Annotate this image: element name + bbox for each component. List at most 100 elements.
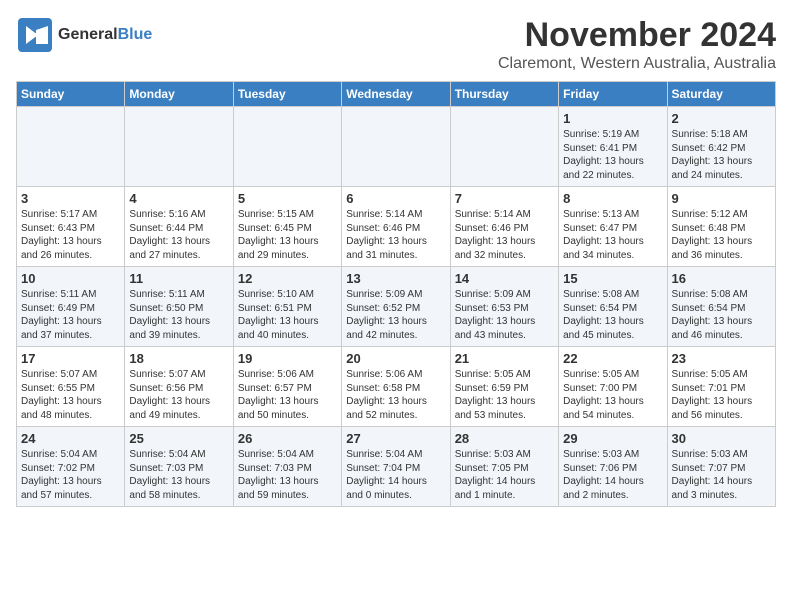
table-row: 16Sunrise: 5:08 AM Sunset: 6:54 PM Dayli… <box>667 267 775 347</box>
day-info: Sunrise: 5:11 AM Sunset: 6:49 PM Dayligh… <box>21 288 120 342</box>
day-number: 19 <box>238 351 337 366</box>
table-row: 9 Sunrise: 5:12 AM Sunset: 6:48 PM Daylig… <box>667 187 775 267</box>
day-info: Sunrise: 5:05 AM Sunset: 7:00 PM Dayligh… <box>563 368 662 422</box>
day-info: Sunrise: 5:14 AM Sunset: 6:46 PM Dayligh… <box>346 208 445 262</box>
day-number: 8 <box>563 191 662 206</box>
day-number: 27 <box>346 431 445 446</box>
day-info: Sunrise: 5:04 AM Sunset: 7:03 PM Dayligh… <box>238 448 337 502</box>
table-row: 8 Sunrise: 5:13 AM Sunset: 6:47 PM Daylig… <box>559 187 667 267</box>
day-number: 25 <box>129 431 228 446</box>
table-row: 22 Sunrise: 5:05 AM Sunset: 7:00 PM Dayli… <box>559 347 667 427</box>
day-number: 14 <box>455 271 554 286</box>
day-number: 7 <box>455 191 554 206</box>
calendar-week-row: 24 Sunrise: 5:04 AM Sunset: 7:02 PM Dayli… <box>17 427 776 507</box>
day-number: 11 <box>129 271 228 286</box>
day-number: 18 <box>129 351 228 366</box>
day-number: 30 <box>672 431 771 446</box>
col-saturday: Saturday <box>667 82 775 107</box>
table-row: 2 Sunrise: 5:18 AM Sunset: 6:42 PM Daylig… <box>667 107 775 187</box>
table-row <box>342 107 450 187</box>
col-monday: Monday <box>125 82 233 107</box>
calendar-week-row: 3 Sunrise: 5:17 AM Sunset: 6:43 PM Daylig… <box>17 187 776 267</box>
logo-icon <box>16 16 54 54</box>
table-row: 3 Sunrise: 5:17 AM Sunset: 6:43 PM Daylig… <box>17 187 125 267</box>
day-info: Sunrise: 5:18 AM Sunset: 6:42 PM Dayligh… <box>672 128 771 182</box>
day-number: 24 <box>21 431 120 446</box>
table-row: 14Sunrise: 5:09 AM Sunset: 6:53 PM Dayli… <box>450 267 558 347</box>
logo: GeneralBlue <box>16 16 152 54</box>
table-row <box>125 107 233 187</box>
table-row: 23 Sunrise: 5:05 AM Sunset: 7:01 PM Dayli… <box>667 347 775 427</box>
day-number: 5 <box>238 191 337 206</box>
day-info: Sunrise: 5:10 AM Sunset: 6:51 PM Dayligh… <box>238 288 337 342</box>
table-row: 20 Sunrise: 5:06 AM Sunset: 6:58 PM Dayli… <box>342 347 450 427</box>
col-wednesday: Wednesday <box>342 82 450 107</box>
table-row: 17 Sunrise: 5:07 AM Sunset: 6:55 PM Dayli… <box>17 347 125 427</box>
day-info: Sunrise: 5:04 AM Sunset: 7:02 PM Dayligh… <box>21 448 120 502</box>
table-row <box>233 107 341 187</box>
day-info: Sunrise: 5:04 AM Sunset: 7:03 PM Dayligh… <box>129 448 228 502</box>
day-info: Sunrise: 5:09 AM Sunset: 6:52 PM Dayligh… <box>346 288 445 342</box>
month-title: November 2024 <box>498 16 776 55</box>
day-number: 2 <box>672 111 771 126</box>
day-number: 17 <box>21 351 120 366</box>
table-row: 29 Sunrise: 5:03 AM Sunset: 7:06 PM Dayli… <box>559 427 667 507</box>
day-number: 6 <box>346 191 445 206</box>
day-number: 23 <box>672 351 771 366</box>
location-title: Claremont, Western Australia, Australia <box>498 55 776 73</box>
day-info: Sunrise: 5:03 AM Sunset: 7:06 PM Dayligh… <box>563 448 662 502</box>
day-info: Sunrise: 5:12 AM Sunset: 6:48 PM Dayligh… <box>672 208 771 262</box>
day-info: Sunrise: 5:05 AM Sunset: 7:01 PM Dayligh… <box>672 368 771 422</box>
day-info: Sunrise: 5:07 AM Sunset: 6:55 PM Dayligh… <box>21 368 120 422</box>
day-info: Sunrise: 5:03 AM Sunset: 7:07 PM Dayligh… <box>672 448 771 502</box>
table-row: 4Sunrise: 5:16 AM Sunset: 6:44 PM Daylig… <box>125 187 233 267</box>
day-number: 20 <box>346 351 445 366</box>
day-info: Sunrise: 5:03 AM Sunset: 7:05 PM Dayligh… <box>455 448 554 502</box>
day-number: 26 <box>238 431 337 446</box>
table-row: 19Sunrise: 5:06 AM Sunset: 6:57 PM Dayli… <box>233 347 341 427</box>
col-thursday: Thursday <box>450 82 558 107</box>
day-info: Sunrise: 5:15 AM Sunset: 6:45 PM Dayligh… <box>238 208 337 262</box>
logo-blue: Blue <box>118 26 153 43</box>
day-info: Sunrise: 5:19 AM Sunset: 6:41 PM Dayligh… <box>563 128 662 182</box>
day-info: Sunrise: 5:06 AM Sunset: 6:58 PM Dayligh… <box>346 368 445 422</box>
table-row: 12 Sunrise: 5:10 AM Sunset: 6:51 PM Dayli… <box>233 267 341 347</box>
table-row: 5 Sunrise: 5:15 AM Sunset: 6:45 PM Daylig… <box>233 187 341 267</box>
day-number: 29 <box>563 431 662 446</box>
day-info: Sunrise: 5:17 AM Sunset: 6:43 PM Dayligh… <box>21 208 120 262</box>
table-row: 28 Sunrise: 5:03 AM Sunset: 7:05 PM Dayli… <box>450 427 558 507</box>
calendar-week-row: 1 Sunrise: 5:19 AM Sunset: 6:41 PM Daylig… <box>17 107 776 187</box>
table-row <box>450 107 558 187</box>
table-row: 30 Sunrise: 5:03 AM Sunset: 7:07 PM Dayli… <box>667 427 775 507</box>
table-row: 6 Sunrise: 5:14 AM Sunset: 6:46 PM Daylig… <box>342 187 450 267</box>
table-row: 18 Sunrise: 5:07 AM Sunset: 6:56 PM Dayli… <box>125 347 233 427</box>
calendar-header-row: Sunday Monday Tuesday Wednesday Thursday… <box>17 82 776 107</box>
day-number: 1 <box>563 111 662 126</box>
calendar-week-row: 10Sunrise: 5:11 AM Sunset: 6:49 PM Dayli… <box>17 267 776 347</box>
day-info: Sunrise: 5:08 AM Sunset: 6:54 PM Dayligh… <box>563 288 662 342</box>
col-friday: Friday <box>559 82 667 107</box>
day-info: Sunrise: 5:11 AM Sunset: 6:50 PM Dayligh… <box>129 288 228 342</box>
calendar-table: Sunday Monday Tuesday Wednesday Thursday… <box>16 81 776 507</box>
day-info: Sunrise: 5:04 AM Sunset: 7:04 PM Dayligh… <box>346 448 445 502</box>
title-block: November 2024 Claremont, Western Austral… <box>498 16 776 73</box>
day-info: Sunrise: 5:07 AM Sunset: 6:56 PM Dayligh… <box>129 368 228 422</box>
day-info: Sunrise: 5:13 AM Sunset: 6:47 PM Dayligh… <box>563 208 662 262</box>
day-number: 13 <box>346 271 445 286</box>
table-row: 26 Sunrise: 5:04 AM Sunset: 7:03 PM Dayli… <box>233 427 341 507</box>
logo-general: General <box>58 26 118 43</box>
col-sunday: Sunday <box>17 82 125 107</box>
table-row: 15Sunrise: 5:08 AM Sunset: 6:54 PM Dayli… <box>559 267 667 347</box>
day-number: 22 <box>563 351 662 366</box>
day-number: 12 <box>238 271 337 286</box>
day-info: Sunrise: 5:05 AM Sunset: 6:59 PM Dayligh… <box>455 368 554 422</box>
day-number: 9 <box>672 191 771 206</box>
table-row: 24 Sunrise: 5:04 AM Sunset: 7:02 PM Dayli… <box>17 427 125 507</box>
day-number: 28 <box>455 431 554 446</box>
day-info: Sunrise: 5:14 AM Sunset: 6:46 PM Dayligh… <box>455 208 554 262</box>
day-number: 3 <box>21 191 120 206</box>
day-number: 21 <box>455 351 554 366</box>
day-number: 16 <box>672 271 771 286</box>
table-row: 1 Sunrise: 5:19 AM Sunset: 6:41 PM Daylig… <box>559 107 667 187</box>
col-tuesday: Tuesday <box>233 82 341 107</box>
